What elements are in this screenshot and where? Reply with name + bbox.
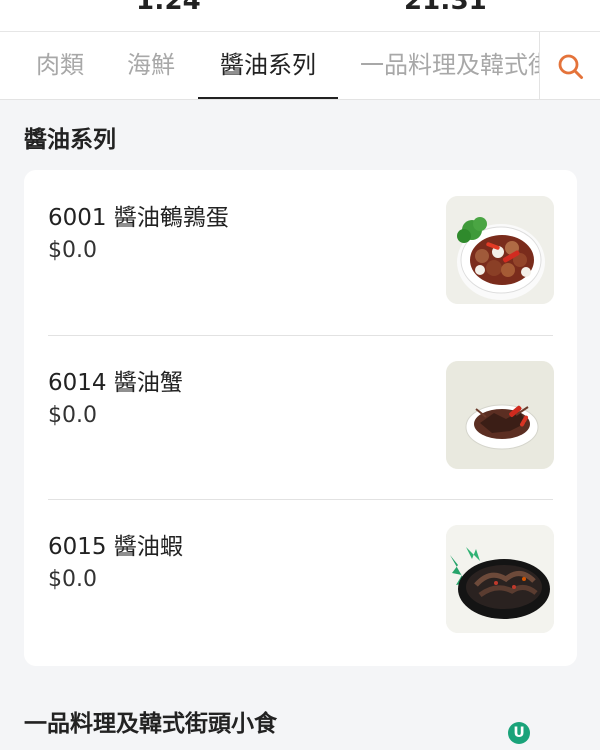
menu-item-list: 6001 醬油鵪鶉蛋 $0.0 6014 醬油蟹 $0.0 6015 醬油蝦 $… (24, 170, 577, 666)
soy-crab-photo[interactable] (446, 361, 554, 469)
item-name: 6014 醬油蟹 (48, 370, 183, 396)
item-name: 6001 醬油鵪鶉蛋 (48, 205, 229, 231)
watermark-logo: U (508, 722, 530, 744)
search-icon (558, 54, 583, 79)
category-tabs: 肉類 海鮮 醬油系列 一品料理及韓式街頭小食 (0, 32, 600, 100)
section-title-korean-street-snacks: 一品料理及韓式街頭小食 (24, 711, 277, 737)
item-name: 6015 醬油蝦 (48, 534, 183, 560)
item-price: $0.0 (48, 403, 97, 428)
top-strip: 1:24 21:31 (0, 0, 600, 32)
menu-item[interactable]: 6001 醬油鵪鶉蛋 $0.0 (48, 170, 554, 334)
soy-shrimp-photo[interactable] (446, 525, 554, 633)
item-price: $0.0 (48, 567, 97, 592)
top-left-value: 1:24 (136, 0, 201, 16)
soy-quail-eggs-photo[interactable] (446, 196, 554, 304)
search-button[interactable] (539, 32, 600, 99)
tab-korean-street-snacks[interactable]: 一品料理及韓式街頭小食 (360, 32, 540, 99)
menu-item[interactable]: 6015 醬油蝦 $0.0 (48, 499, 554, 663)
tab-meat[interactable]: 肉類 (36, 32, 84, 99)
tab-seafood[interactable]: 海鮮 (127, 32, 175, 99)
tab-soy-sauce-series[interactable]: 醬油系列 (198, 32, 338, 99)
menu-item[interactable]: 6014 醬油蟹 $0.0 (48, 335, 554, 499)
item-price: $0.0 (48, 238, 97, 263)
section-title-soy-sauce: 醬油系列 (24, 127, 116, 153)
top-right-value: 21:31 (404, 0, 487, 16)
